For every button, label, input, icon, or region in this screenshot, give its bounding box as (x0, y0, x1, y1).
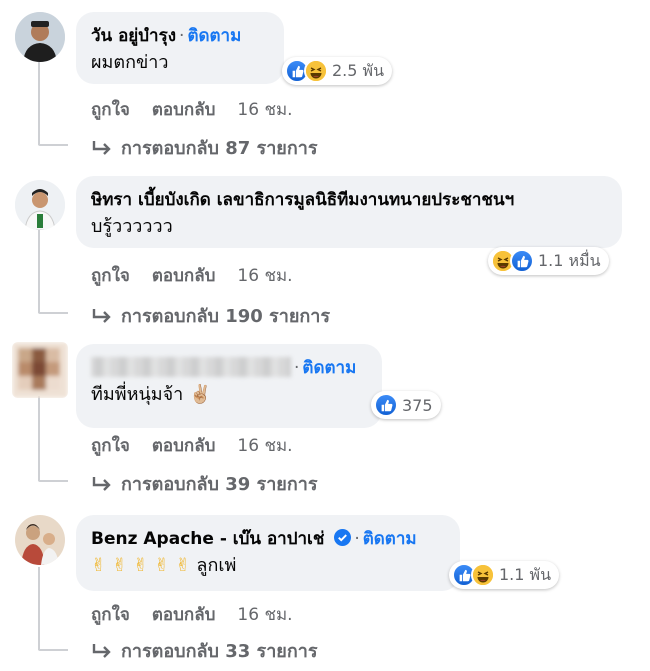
reaction-count: 1.1 พัน (499, 564, 552, 584)
view-replies-label: การตอบกลับ 87 รายการ (121, 138, 318, 159)
reaction-summary[interactable]: 1.1 หมื่น (488, 247, 609, 275)
avatar[interactable] (15, 515, 65, 565)
like-link[interactable]: ถูกใจ (91, 100, 130, 120)
comment-text: ทีมพี่หนุ่มจ้า (91, 384, 184, 405)
like-icon (374, 393, 398, 417)
comment-thread: Benz Apache - เบ๊น อาปาเช่ · ติดตาม ✌✌✌✌✌… (0, 505, 650, 671)
timestamp[interactable]: 16 ชม. (237, 436, 292, 456)
comment-actions: ถูกใจ ตอบกลับ 16 ชม. (91, 601, 315, 628)
avatar[interactable] (12, 342, 68, 398)
separator-dot: · (354, 529, 360, 549)
thread-connector (38, 144, 68, 146)
view-replies-label: การตอบกลับ 33 รายการ (121, 641, 318, 662)
comment-bubble: วัน อยู่บำรุง · ติดตาม ผมตกข่าว (76, 12, 284, 84)
comment-text-row: ทีมพี่หนุ่มจ้า ✌🏼 (91, 382, 367, 408)
view-replies-link[interactable]: การตอบกลับ 33 รายการ (91, 636, 318, 665)
comment-bubble: Benz Apache - เบ๊น อาปาเช่ · ติดตาม ✌✌✌✌✌… (76, 515, 460, 591)
comment-text: ลูกเพ่ (196, 555, 237, 576)
reply-link[interactable]: ตอบกลับ (152, 436, 216, 456)
view-replies-label: การตอบกลับ 39 รายการ (121, 474, 318, 495)
timestamp[interactable]: 16 ชม. (237, 266, 292, 286)
like-link[interactable]: ถูกใจ (91, 605, 130, 625)
separator-dot: · (294, 358, 300, 378)
like-icon (510, 249, 534, 273)
comment-actions: ถูกใจ ตอบกลับ 16 ชม. (91, 432, 315, 459)
thread-line (38, 396, 40, 481)
comment-actions: ถูกใจ ตอบกลับ 16 ชม. (91, 262, 315, 289)
timestamp[interactable]: 16 ชม. (237, 100, 292, 120)
reply-link[interactable]: ตอบกลับ (152, 266, 216, 286)
comment-text: ผมตกข่าว (91, 52, 169, 73)
comment-thread: · ติดตาม ทีมพี่หนุ่มจ้า ✌🏼 375 ถูกใจ ตอบกล… (0, 338, 650, 508)
reply-link[interactable]: ตอบกลับ (152, 605, 216, 625)
view-replies-link[interactable]: การตอบกลับ 87 รายการ (91, 133, 318, 162)
reaction-summary[interactable]: 375 (371, 391, 441, 419)
victory-hand-emoji: ✌✌✌✌✌ (91, 555, 197, 576)
view-replies-link[interactable]: การตอบกลับ 39 รายการ (91, 469, 318, 498)
reply-arrow-icon (92, 643, 111, 658)
comment-text-row: ✌✌✌✌✌ลูกเพ่ (91, 553, 445, 579)
separator-dot: · (179, 26, 185, 46)
reaction-summary[interactable]: 1.1 พัน (449, 561, 560, 589)
like-link[interactable]: ถูกใจ (91, 266, 130, 286)
reaction-count: 2.5 พัน (332, 60, 385, 80)
timestamp[interactable]: 16 ชม. (237, 605, 292, 625)
avatar[interactable] (15, 12, 65, 62)
reaction-count: 375 (402, 395, 433, 415)
thread-connector (38, 312, 68, 314)
follow-button[interactable]: ติดตาม (302, 358, 356, 378)
avatar-image (15, 12, 65, 62)
victory-hand-emoji: ✌🏼 (189, 384, 212, 405)
avatar[interactable] (15, 180, 65, 230)
thread-line (38, 60, 40, 145)
reply-arrow-icon (92, 476, 111, 491)
comment-bubble: ษิทรา เบี้ยบังเกิด เลขาธิการมูลนิธิทีมงา… (76, 176, 622, 248)
thread-connector (38, 649, 68, 651)
author-name[interactable]: Benz Apache - เบ๊น อาปาเช่ (91, 529, 324, 549)
thread-line (38, 228, 40, 313)
reaction-count: 1.1 หมื่น (538, 250, 601, 270)
comment-bubble: · ติดตาม ทีมพี่หนุ่มจ้า ✌🏼 (76, 344, 382, 428)
comment-thread: ษิทรา เบี้ยบังเกิด เลขาธิการมูลนิธิทีมงา… (0, 170, 650, 340)
follow-button[interactable]: ติดตาม (363, 529, 417, 549)
view-replies-link[interactable]: การตอบกลับ 190 รายการ (91, 301, 330, 330)
comment-author: · ติดตาม (91, 356, 367, 380)
thread-line (38, 567, 40, 650)
like-link[interactable]: ถูกใจ (91, 436, 130, 456)
reply-arrow-icon (92, 140, 111, 155)
author-name[interactable]: วัน อยู่บำรุง (91, 26, 176, 46)
avatar-image (15, 515, 65, 565)
avatar-image-blurred (12, 342, 68, 398)
haha-icon (471, 563, 495, 587)
haha-icon (304, 59, 328, 83)
follow-button[interactable]: ติดตาม (187, 26, 241, 46)
verified-badge-icon (334, 529, 352, 546)
reaction-summary[interactable]: 2.5 พัน (282, 57, 393, 85)
author-name-redacted[interactable] (91, 357, 291, 377)
comment-thread: วัน อยู่บำรุง · ติดตาม ผมตกข่าว 2.5 พัน ถู… (0, 0, 650, 170)
view-replies-label: การตอบกลับ 190 รายการ (121, 306, 331, 327)
author-name[interactable]: ษิทรา เบี้ยบังเกิด เลขาธิการมูลนิธิทีมงา… (91, 188, 607, 212)
comment-author: วัน อยู่บำรุง · ติดตาม (91, 24, 269, 48)
comment-author: Benz Apache - เบ๊น อาปาเช่ · ติดตาม (91, 527, 445, 551)
reply-arrow-icon (92, 308, 111, 323)
comment-actions: ถูกใจ ตอบกลับ 16 ชม. (91, 96, 315, 123)
avatar-image (15, 180, 65, 230)
reply-link[interactable]: ตอบกลับ (152, 100, 216, 120)
comment-text: บรู้วววววว (91, 216, 173, 237)
thread-connector (38, 480, 68, 482)
